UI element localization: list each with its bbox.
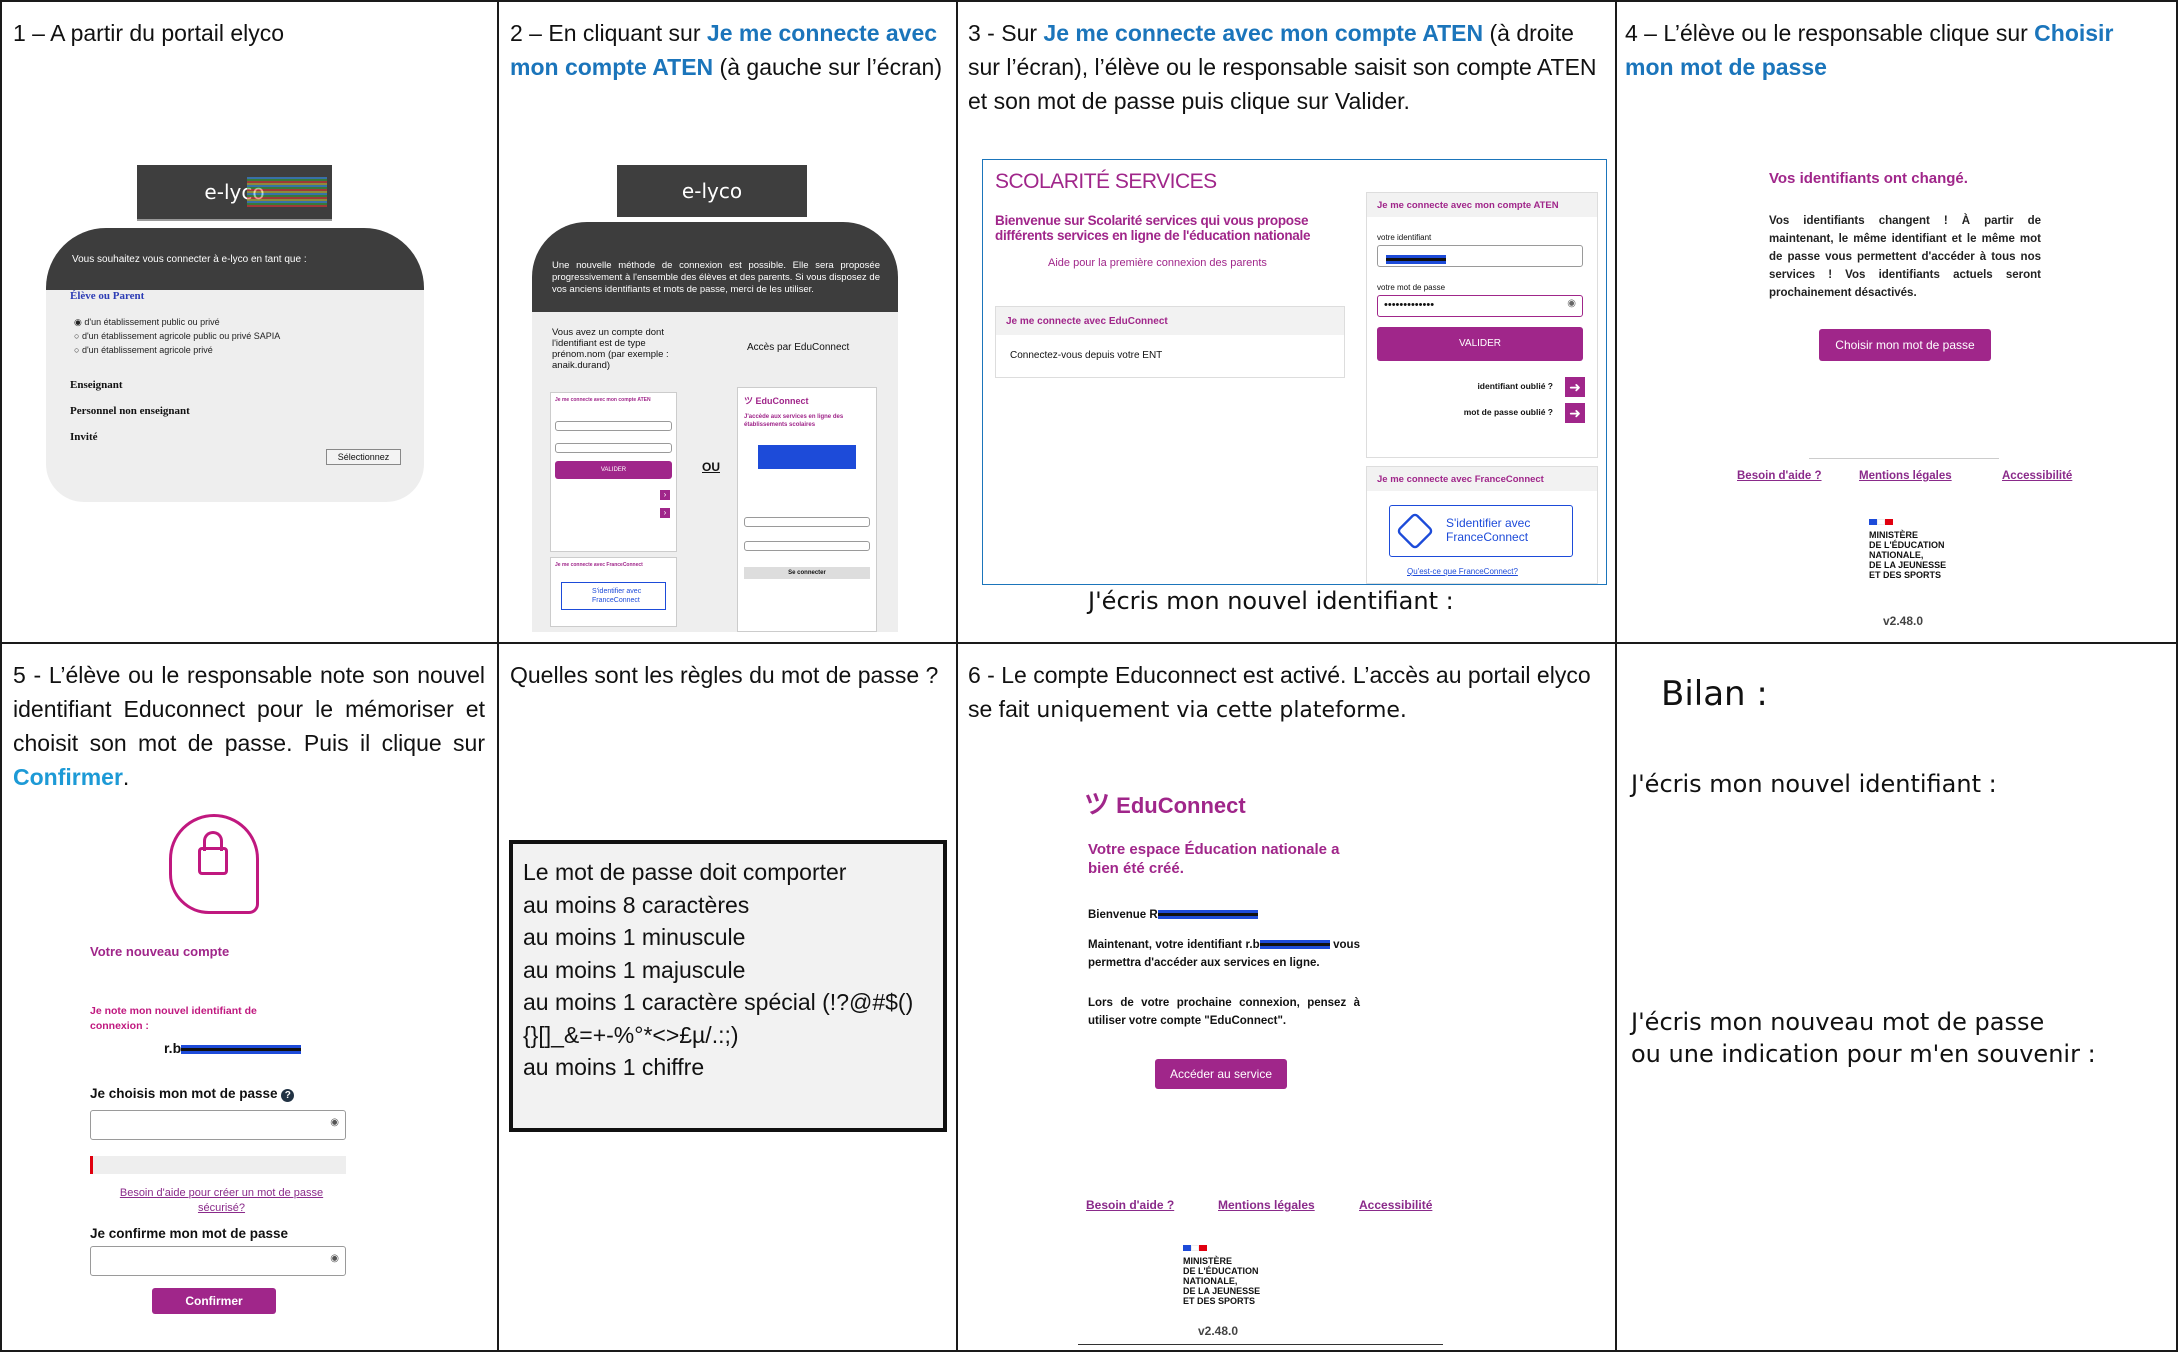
educonnect-logo: ツ EduConnect <box>1084 789 1246 819</box>
rules-cell: Quelles sont les règles du mot de passe … <box>497 642 958 1352</box>
scolarite-brand: SCOLARITÉ SERVICES <box>995 170 1217 193</box>
option-agricole-prive[interactable]: ○ d'un établissement agricole privé <box>74 343 280 357</box>
new-account-title: Votre nouveau compte <box>90 944 230 959</box>
instruction-grid: 1 – A partir du portail elyco e-lyco Vou… <box>0 0 2178 1352</box>
changed-title: Vos identifiants ont changé. <box>1769 170 1968 187</box>
confirm-button[interactable]: Confirmer <box>152 1288 276 1314</box>
eleve-parent-heading: Élève ou Parent <box>70 290 145 302</box>
forgot-id-link[interactable]: identifiant oublié ? <box>1477 381 1553 391</box>
step-3-caption: J'écris mon nouvel identifiant : <box>1088 587 1454 615</box>
choose-password-label: Je choisis mon mot de passe ? <box>90 1086 295 1102</box>
franceconnect-info-link[interactable]: Qu'est-ce que FranceConnect? <box>1407 567 1518 576</box>
welcome-line: Bienvenue R <box>1088 909 1258 921</box>
ministry-logo: MINISTÈRE DE L'ÉDUCATION NATIONALE, DE L… <box>1183 1238 1260 1306</box>
confirm-password-input[interactable]: ◉ <box>90 1246 346 1276</box>
option-public[interactable]: ◉ d'un établissement public ou privé <box>74 315 280 329</box>
educonnect-smile-icon: ツ <box>1084 789 1111 819</box>
step-5-text: 5 - L’élève ou le responsable note son n… <box>13 662 485 790</box>
summary-identifier-line: J'écris mon nouvel identifiant : <box>1631 770 1997 798</box>
help-circle-icon[interactable]: ? <box>281 1089 295 1102</box>
forgot-password-link[interactable]: mot de passe oublié ? <box>1464 407 1553 417</box>
changed-body: Vos identifiants changent ! À partir de … <box>1769 215 2041 299</box>
step-1-cell: 1 – A partir du portail elyco e-lyco Vou… <box>0 0 499 644</box>
step-4-cell: 4 – L’élève ou le responsable clique sur… <box>1615 0 2178 644</box>
step-3-text: 3 - Sur Je me connecte avec mon compte A… <box>968 20 1597 114</box>
padlock-icon <box>198 847 228 875</box>
educonnect-access-text: Accès par EduConnect <box>747 342 850 353</box>
choose-password-button[interactable]: Choisir mon mot de passe <box>1819 329 1991 361</box>
forgot-id-arrow-icon[interactable]: ➜ <box>1565 377 1585 397</box>
scolarite-welcome: Bienvenue sur Scolarité services qui vou… <box>995 213 1311 243</box>
franceconnect-button[interactable]: S'identifier avec FranceConnect <box>1389 505 1573 557</box>
rules-question: Quelles sont les règles du mot de passe … <box>510 662 939 688</box>
step-5-cell: 5 - L’élève ou le responsable note son n… <box>0 642 499 1352</box>
legal-link[interactable]: Mentions légales <box>1859 470 1952 482</box>
select-button[interactable]: Sélectionnez <box>326 449 401 465</box>
aten-id-input[interactable] <box>1377 245 1583 267</box>
accessibility-link[interactable]: Accessibilité <box>2002 470 2072 482</box>
elyco-portal-screenshot: e-lyco Vous souhaitez vous connecter à e… <box>46 162 424 502</box>
scolarite-aide: Aide pour la première connexion des pare… <box>1048 257 1267 269</box>
legal-link[interactable]: Mentions légales <box>1218 1198 1315 1212</box>
password-strength-bar <box>90 1156 346 1174</box>
step-2-text: 2 – En cliquant sur Je me connecte avec … <box>510 20 943 80</box>
scolarite-services-screenshot: SCOLARITÉ SERVICES Bienvenue sur Scolari… <box>982 159 1607 585</box>
educonnect-ent-link[interactable]: Connectez-vous depuis votre ENT <box>996 335 1344 361</box>
franceconnect-mini-button[interactable]: S'identifier avec FranceConnect <box>561 582 666 610</box>
aten-password-input[interactable]: ••••••••••••• ◉ <box>1377 295 1583 317</box>
new-identifier: r.b <box>164 1040 302 1056</box>
franceconnect-logo-icon <box>1395 511 1435 551</box>
ministry-logo: MINISTÈRE DE L'ÉDUCATION NATIONALE, DE L… <box>1869 512 1946 580</box>
step-1-text: 1 – A partir du portail elyco <box>13 20 285 46</box>
elyco-logo: e-lyco <box>137 165 332 221</box>
password-rules-box: Le mot de passe doit comporter au moins … <box>509 840 947 1132</box>
step-6-text: 6 - Le compte Educonnect est activé. L’a… <box>968 662 1591 723</box>
ou-separator: OU <box>702 460 720 474</box>
role-enseignant[interactable]: Enseignant <box>70 372 190 398</box>
created-title: Votre espace Éducation nationale a bien … <box>1088 841 1340 877</box>
elyco-prompt: Vous souhaitez vous connecter à e-lyco e… <box>46 228 424 290</box>
summary-password-line: J'écris mon nouveau mot de passe ou une … <box>1631 1008 2096 1068</box>
elyco-educonnect-screenshot: e-lyco Une nouvelle méthode de connexion… <box>532 162 898 632</box>
aten-validate-button[interactable]: VALIDER <box>1377 327 1583 361</box>
confirm-password-label: Je confirme mon mot de passe <box>90 1226 289 1241</box>
eye-icon[interactable]: ◉ <box>330 1253 339 1264</box>
next-login-info: Lors de votre prochaine connexion, pense… <box>1088 997 1360 1027</box>
summary-cell: Bilan : J'écris mon nouvel identifiant :… <box>1615 642 2178 1352</box>
help-link[interactable]: Besoin d'aide ? <box>1737 470 1822 482</box>
identifiers-changed-screenshot: Vos identifiants ont changé. Vos identif… <box>1717 162 2077 642</box>
accessibility-link[interactable]: Accessibilité <box>1359 1198 1432 1212</box>
role-invite[interactable]: Invité <box>70 424 190 450</box>
help-link[interactable]: Besoin d'aide ? <box>1086 1198 1174 1212</box>
new-password-input[interactable]: ◉ <box>90 1110 346 1140</box>
role-personnel[interactable]: Personnel non enseignant <box>70 398 190 424</box>
new-account-icon <box>169 814 259 914</box>
option-sapia[interactable]: ○ d'un établissement agricole public ou … <box>74 329 280 343</box>
identifier-info: Maintenant, votre identifiant r.b vous p… <box>1088 939 1360 969</box>
se-connecter-mini[interactable]: Se connecter <box>744 567 870 579</box>
eye-icon[interactable]: ◉ <box>330 1117 339 1128</box>
step-3-cell: 3 - Sur Je me connecte avec mon compte A… <box>956 0 1617 644</box>
elyco-logo-2: e-lyco <box>617 165 807 217</box>
access-service-button[interactable]: Accéder au service <box>1155 1059 1287 1089</box>
step-4-text: 4 – L’élève ou le responsable clique sur… <box>1625 20 2114 80</box>
password-help-link[interactable]: Besoin d'aide pour créer un mot de passe… <box>104 1186 339 1216</box>
summary-title: Bilan : <box>1661 674 1768 714</box>
educonnect-mini-logo: ツ EduConnect <box>744 396 809 406</box>
aten-info-text: Vous avez un compte dont l'identifiant e… <box>552 327 669 371</box>
aten-validate-mini[interactable]: VALIDER <box>555 461 672 479</box>
version-label: v2.48.0 <box>1198 1324 1239 1338</box>
account-created-screenshot: ツ EduConnect Votre espace Éducation nati… <box>1078 784 1478 1350</box>
forgot-password-arrow-icon[interactable]: ➜ <box>1565 403 1585 423</box>
eye-icon[interactable]: ◉ <box>1567 298 1576 309</box>
new-account-screenshot: Votre nouveau compte Je note mon nouvel … <box>82 814 382 1350</box>
version-label: v2.48.0 <box>1883 614 1924 628</box>
step-2-cell: 2 – En cliquant sur Je me connecte avec … <box>497 0 958 644</box>
note-id-label: Je note mon nouvel identifiant de connex… <box>90 1005 257 1032</box>
step-6-cell: 6 - Le compte Educonnect est activé. L’a… <box>956 642 1617 1352</box>
